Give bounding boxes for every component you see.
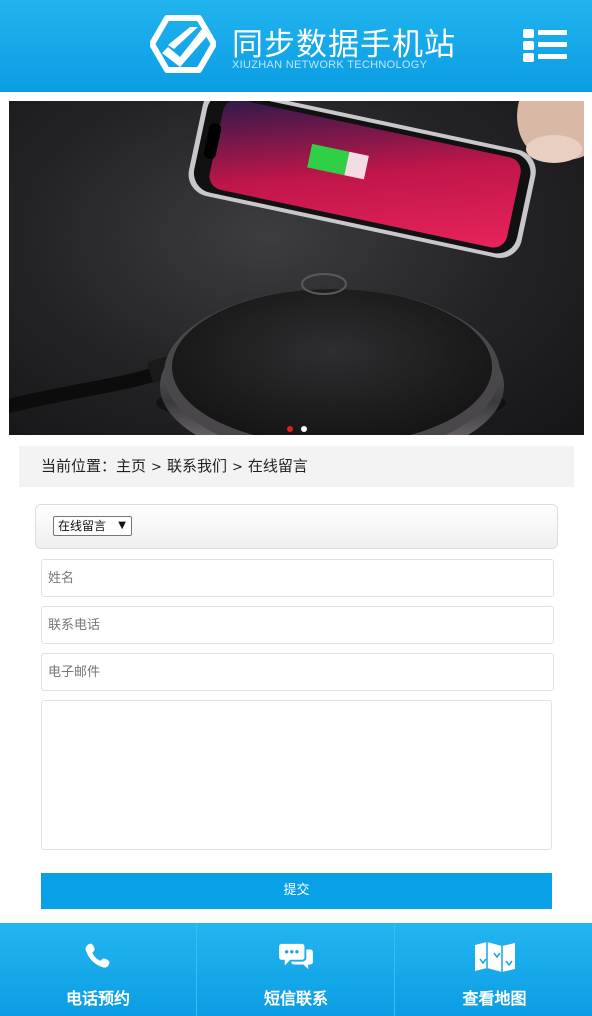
site-header: 同步数据手机站 XIUZHAN NETWORK TECHNOLOGY <box>0 0 592 92</box>
submit-button[interactable]: 提交 <box>41 873 552 909</box>
chat-bubbles-icon <box>279 943 313 970</box>
menu-button[interactable] <box>522 28 568 62</box>
message-textarea[interactable] <box>41 700 552 850</box>
slider-dot-1[interactable] <box>287 426 293 432</box>
nav-call[interactable]: 电话预约 <box>0 923 197 1016</box>
nav-map[interactable]: 查看地图 <box>396 923 592 1016</box>
bottom-nav: 电话预约 短信联系 查看地图 <box>0 923 592 1016</box>
site-title: 同步数据手机站 <box>232 27 456 63</box>
breadcrumb-separator: > <box>231 460 243 475</box>
category-select-value: 在线留言 <box>58 519 107 533</box>
banner-image <box>9 101 584 435</box>
breadcrumb-contact-link[interactable]: 联系我们 <box>167 457 227 475</box>
breadcrumb-prefix: 当前位置： <box>41 457 117 475</box>
nav-map-label: 查看地图 <box>462 989 527 1008</box>
site-logo[interactable]: 同步数据手机站 XIUZHAN NETWORK TECHNOLOGY <box>150 15 460 75</box>
banner-slider[interactable] <box>9 101 584 435</box>
hexagon-checkmark-logo-icon <box>150 15 216 73</box>
breadcrumb-separator: > <box>151 460 162 475</box>
category-panel: 在线留言 ▼ <box>35 504 558 549</box>
map-icon <box>474 942 515 972</box>
list-menu-icon <box>523 29 567 62</box>
nav-sms[interactable]: 短信联系 <box>198 923 395 1016</box>
nav-sms-label: 短信联系 <box>263 989 328 1008</box>
breadcrumb: 当前位置：主页 > 联系我们 > 在线留言 <box>19 446 574 487</box>
site-subtitle: XIUZHAN NETWORK TECHNOLOGY <box>232 59 428 71</box>
slider-dot-2[interactable] <box>301 426 307 432</box>
dropdown-arrow-icon: ▼ <box>118 520 126 531</box>
category-select[interactable]: 在线留言 ▼ <box>53 516 132 536</box>
nav-call-label: 电话预约 <box>65 989 130 1008</box>
phone-field[interactable] <box>41 606 554 644</box>
name-field[interactable] <box>41 559 554 597</box>
breadcrumb-home-link[interactable]: 主页 <box>116 457 146 475</box>
phone-icon <box>85 943 110 968</box>
slider-dots <box>287 417 315 432</box>
email-field[interactable] <box>41 653 554 691</box>
breadcrumb-current[interactable]: 在线留言 <box>248 457 308 475</box>
